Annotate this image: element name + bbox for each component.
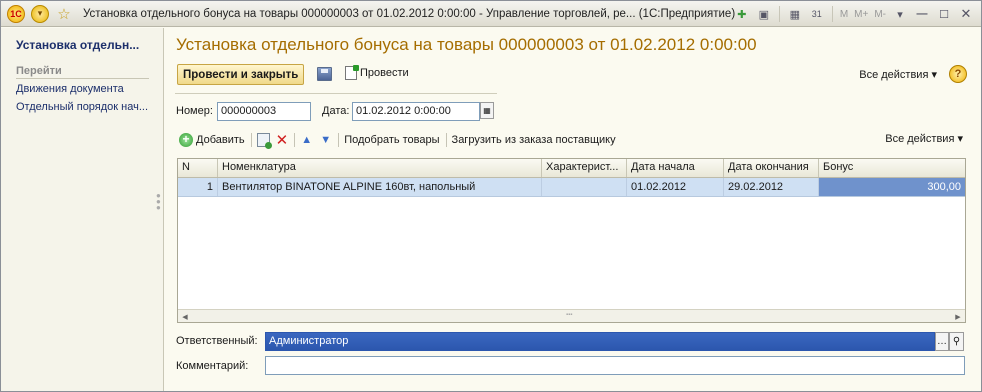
scroll-left-icon[interactable]: ◀ <box>179 311 191 322</box>
divider <box>445 133 447 147</box>
date-field[interactable]: 01.02.2012 0:00:00 <box>352 102 480 121</box>
table-all-actions-menu[interactable]: Все действия ▾ <box>885 132 963 145</box>
add-button[interactable]: + Добавить <box>179 133 245 147</box>
divider <box>778 6 780 22</box>
add-favorite-icon[interactable]: ✚ <box>733 5 751 23</box>
copy-button[interactable] <box>256 133 272 149</box>
m-minus-button[interactable]: M- <box>874 9 886 20</box>
cell-item[interactable]: Вентилятор BINATONE ALPINE 160вт, наполь… <box>218 178 542 196</box>
divider <box>175 93 497 94</box>
load-from-order-button[interactable]: Загрузить из заказа поставщику <box>452 134 616 146</box>
goods-table: N Номенклатура Характерист... Дата начал… <box>177 158 966 323</box>
resize-grip-icon[interactable]: ● ● ● <box>156 192 161 212</box>
select-button[interactable]: … <box>935 332 949 351</box>
column-header-n[interactable]: N <box>178 159 218 177</box>
cell-characteristic[interactable] <box>542 178 627 196</box>
form-area: Установка отдельного бонуса на товары 00… <box>165 28 981 391</box>
comment-field[interactable] <box>265 356 965 375</box>
add-button-label: Добавить <box>196 134 245 146</box>
menu-circle-icon[interactable]: ▾ <box>31 4 49 23</box>
move-down-button[interactable]: ▼ <box>319 134 332 147</box>
comment-label: Комментарий: <box>176 360 249 372</box>
search-icon[interactable]: ⚲ <box>949 332 964 351</box>
m-button[interactable]: M <box>840 9 848 20</box>
window-title: Установка отдельного бонуса на товары 00… <box>83 7 736 20</box>
application-window: 1С ▾ ☆ Установка отдельного бонуса на то… <box>0 0 982 392</box>
calendar-icon[interactable]: ▦ <box>480 102 494 119</box>
number-label: Номер: <box>176 105 213 117</box>
sidebar-group-label: Перейти <box>16 65 149 79</box>
arrow-up-icon: ▲ <box>301 134 313 146</box>
column-header-item[interactable]: Номенклатура <box>218 159 542 177</box>
post-button[interactable]: Провести <box>345 65 409 80</box>
arrow-down-icon: ▼ <box>320 134 332 146</box>
calendar-icon[interactable]: 31 <box>808 5 826 23</box>
post-and-close-button[interactable]: Провести и закрыть <box>177 64 305 85</box>
move-up-button[interactable]: ▲ <box>300 134 313 147</box>
add-icon: + <box>179 133 193 147</box>
delete-icon: ✕ <box>275 132 289 149</box>
all-actions-menu[interactable]: Все действия ▾ <box>859 68 937 81</box>
post-button-label: Провести <box>360 67 409 79</box>
cell-n[interactable]: 1 <box>178 178 218 196</box>
table-row[interactable]: 1 Вентилятор BINATONE ALPINE 160вт, напо… <box>178 178 965 197</box>
cell-bonus[interactable]: 300,00 <box>819 178 965 196</box>
pick-goods-button[interactable]: Подобрать товары <box>344 134 439 146</box>
column-header-bonus[interactable]: Бонус <box>819 159 965 177</box>
minimize-icon[interactable]: — <box>913 5 931 23</box>
maximize-icon[interactable]: ☐ <box>935 5 953 23</box>
number-field[interactable]: 000000003 <box>217 102 311 121</box>
logo-icon[interactable]: 1С <box>7 4 25 23</box>
date-label: Дата: <box>322 105 350 117</box>
column-header-characteristic[interactable]: Характерист... <box>542 159 627 177</box>
divider <box>250 133 252 147</box>
scroll-right-icon[interactable]: ▶ <box>952 311 964 322</box>
post-icon <box>345 65 359 80</box>
column-header-end-date[interactable]: Дата окончания <box>724 159 819 177</box>
table-toolbar: + Добавить ✕ ▲ ▼ Подобрать товары Загруз… <box>179 131 969 149</box>
responsible-label: Ответственный: <box>176 335 258 347</box>
sidebar-item-separate-order[interactable]: Отдельный порядок нач... <box>16 101 148 113</box>
title-bar: 1С ▾ ☆ Установка отдельного бонуса на то… <box>1 1 981 27</box>
m-plus-button[interactable]: M+ <box>854 9 868 20</box>
divider <box>831 6 833 22</box>
column-header-start-date[interactable]: Дата начала <box>627 159 724 177</box>
cell-end-date[interactable]: 29.02.2012 <box>724 178 819 196</box>
dropdown-icon[interactable]: ▾ <box>891 5 909 23</box>
divider <box>338 133 340 147</box>
calculator-icon[interactable]: ▦ <box>786 5 804 23</box>
table-header: N Номенклатура Характерист... Дата начал… <box>178 159 965 178</box>
delete-button[interactable]: ✕ <box>276 131 289 149</box>
copy-icon <box>256 133 272 149</box>
sidebar-title[interactable]: Установка отдельн... <box>16 38 139 52</box>
close-icon[interactable]: ✕ <box>957 5 975 23</box>
save-icon[interactable] <box>317 67 332 81</box>
divider <box>294 133 296 147</box>
scroll-thumb[interactable]: ▪▪▪ <box>566 312 572 318</box>
favorites-star-icon[interactable]: ☆ <box>55 5 73 23</box>
cell-start-date[interactable]: 01.02.2012 <box>627 178 724 196</box>
sidebar: Установка отдельн... Перейти Движения до… <box>1 28 164 391</box>
form-title: Установка отдельного бонуса на товары 00… <box>176 35 757 54</box>
help-icon[interactable]: ? <box>949 65 967 83</box>
horizontal-scrollbar[interactable]: ◀ ▪▪▪ ▶ <box>178 309 965 322</box>
sidebar-item-movements[interactable]: Движения документа <box>16 83 124 95</box>
history-icon[interactable]: ▣ <box>755 5 773 23</box>
responsible-field[interactable]: Администратор <box>265 332 935 351</box>
